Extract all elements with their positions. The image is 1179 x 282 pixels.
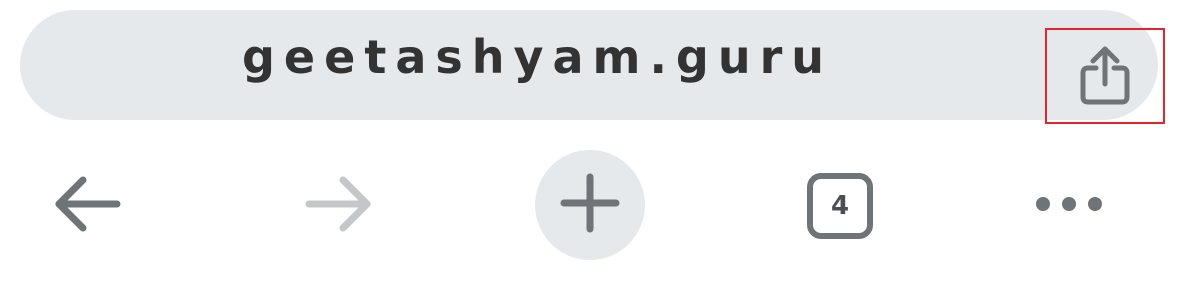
tab-count-box: 4 [807, 173, 873, 239]
ellipsis-icon [1031, 192, 1107, 220]
more-menu-button[interactable] [1028, 185, 1110, 227]
arrow-right-icon [303, 174, 375, 238]
arrow-left-icon [51, 174, 123, 238]
browser-toolbar: geetashyam.guru 4 [0, 0, 1179, 282]
forward-button[interactable] [297, 170, 381, 242]
back-button[interactable] [45, 170, 129, 242]
plus-icon [560, 173, 620, 237]
tab-switcher-button[interactable]: 4 [800, 168, 880, 244]
share-button[interactable] [1045, 28, 1165, 124]
address-bar[interactable]: geetashyam.guru [20, 10, 1165, 124]
share-icon [1077, 44, 1133, 108]
tab-count: 4 [830, 191, 850, 221]
new-tab-button[interactable] [535, 150, 645, 260]
url-text[interactable]: geetashyam.guru [242, 34, 833, 80]
